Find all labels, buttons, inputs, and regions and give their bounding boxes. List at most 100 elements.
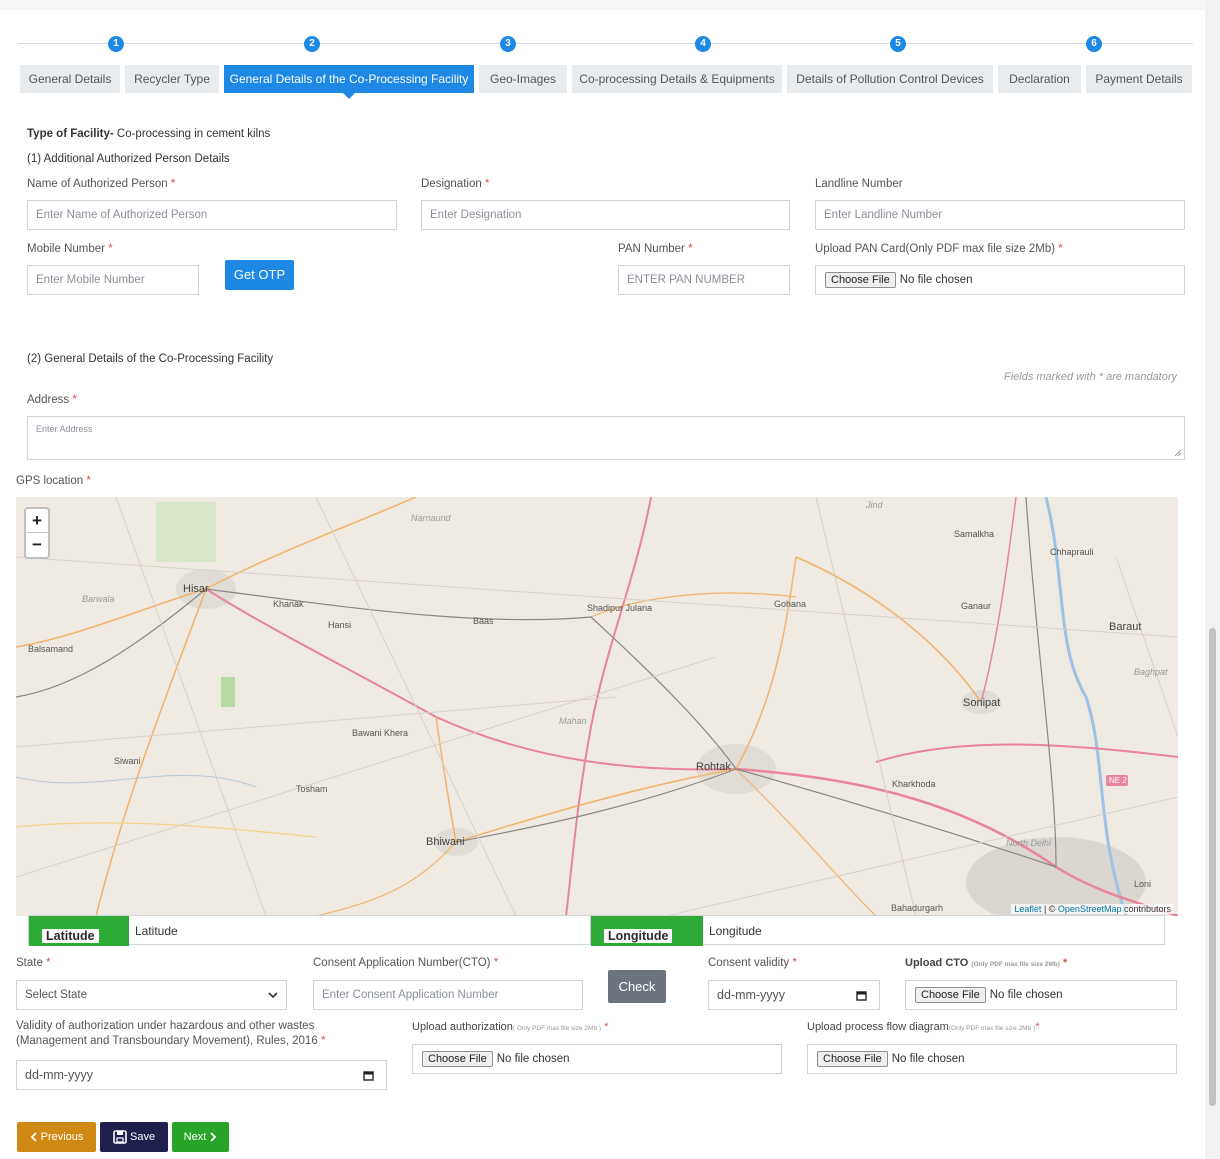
upload-flow-diagram-choose-file-button[interactable]: Choose File xyxy=(817,1051,888,1067)
tab-recycler-type[interactable]: Recycler Type xyxy=(125,65,219,93)
step-6-indicator[interactable]: 6 xyxy=(1086,36,1102,52)
upload-cto-choose-file-button[interactable]: Choose File xyxy=(915,987,986,1003)
upload-flow-diagram-note: (Only PDF max file size 2Mb ) xyxy=(948,1025,1036,1032)
osm-link[interactable]: OpenStreetMap xyxy=(1058,904,1122,914)
attribution-tail: contributors xyxy=(1121,904,1171,914)
map-label-hansi: Hansi xyxy=(328,620,352,630)
map-label-balsamand: Balsamand xyxy=(28,644,74,654)
map-label-ganaur: Ganaur xyxy=(961,601,992,611)
tab-co-processing-equipments[interactable]: Co-processing Details & Equipments xyxy=(572,65,782,93)
tab-geo-images[interactable]: Geo-Images xyxy=(479,65,567,93)
zoom-out-button[interactable]: − xyxy=(26,533,48,557)
map-label-siwani: Siwani xyxy=(114,756,141,766)
authorization-validity-label: Validity of authorization under hazardou… xyxy=(16,1020,326,1047)
upload-cto-label: Upload CTO (Only PDF max file size 2Mb) … xyxy=(905,957,1068,969)
scrollbar-thumb[interactable] xyxy=(1209,628,1216,1106)
step-4-indicator[interactable]: 4 xyxy=(695,36,711,52)
authorized-name-label: Name of Authorized Person * xyxy=(27,178,176,190)
map-label-chhaprauli: Chhaprauli xyxy=(1050,547,1094,557)
upload-flow-diagram-label: Upload process flow diagram(Only PDF max… xyxy=(807,1021,1040,1033)
gps-label: GPS location * xyxy=(16,475,91,487)
chevron-down-icon xyxy=(268,992,278,999)
longitude-tag-label: Longitude xyxy=(604,929,673,943)
upload-authorization-file-input[interactable]: Choose File No file chosen xyxy=(412,1044,782,1074)
calendar-icon[interactable] xyxy=(856,990,867,1001)
latitude-field[interactable]: Latitude Latitude xyxy=(28,915,594,946)
map-roads-layer xyxy=(16,497,1178,916)
chevron-left-icon xyxy=(30,1132,37,1142)
longitude-value: Longitude xyxy=(709,924,762,938)
map-label-hisar: Hisar xyxy=(183,583,209,595)
stepper-line xyxy=(18,43,1193,44)
upload-cto-note: (Only PDF max file size 2Mb) xyxy=(971,961,1060,968)
map-label-bawani-khera: Bawani Khera xyxy=(352,728,409,738)
mandatory-note: Fields marked with * are mandatory xyxy=(1004,371,1178,383)
step-1-indicator[interactable]: 1 xyxy=(108,36,124,52)
authorized-name-input[interactable]: Enter Name of Authorized Person xyxy=(27,200,397,230)
step-3-indicator[interactable]: 3 xyxy=(500,36,516,52)
map-label-baghpat: Baghpat xyxy=(1134,667,1168,677)
cto-number-input[interactable]: Enter Consent Application Number xyxy=(313,980,583,1010)
map-label-kharkhoda: Kharkhoda xyxy=(892,779,936,789)
map-label-ne2: NE 2 xyxy=(1109,776,1127,785)
landline-input[interactable]: Enter Landline Number xyxy=(815,200,1185,230)
upload-flow-diagram-file-status: No file chosen xyxy=(891,1053,965,1065)
zoom-in-button[interactable]: + xyxy=(26,509,48,533)
attribution-separator: | © xyxy=(1041,904,1058,914)
get-otp-button[interactable]: Get OTP xyxy=(225,260,294,290)
tab-payment-details[interactable]: Payment Details xyxy=(1086,65,1192,93)
map-label-jind: Jind xyxy=(866,500,883,510)
resize-handle-icon[interactable] xyxy=(1174,449,1182,457)
next-button[interactable]: Next xyxy=(172,1122,229,1152)
leaflet-link[interactable]: Leaflet xyxy=(1014,904,1041,914)
upload-flow-diagram-file-input[interactable]: Choose File No file chosen xyxy=(807,1044,1177,1074)
map-label-baraut: Baraut xyxy=(1109,621,1142,633)
designation-input[interactable]: Enter Designation xyxy=(421,200,790,230)
previous-button[interactable]: Previous xyxy=(17,1122,96,1152)
longitude-field[interactable]: Longitude Longitude xyxy=(590,915,1165,946)
upload-cto-file-status: No file chosen xyxy=(989,989,1063,1001)
previous-label: Previous xyxy=(40,1131,84,1143)
address-textarea[interactable]: Enter Address xyxy=(27,416,1185,460)
pan-card-choose-file-button[interactable]: Choose File xyxy=(825,272,896,288)
calendar-icon[interactable] xyxy=(363,1070,374,1081)
mobile-input[interactable]: Enter Mobile Number xyxy=(27,265,199,295)
floppy-disk-icon xyxy=(113,1130,127,1144)
upload-authorization-file-status: No file chosen xyxy=(496,1053,570,1065)
pan-number-input[interactable]: ENTER PAN NUMBER xyxy=(618,265,790,295)
map-label-mahan: Mahan xyxy=(559,716,587,726)
upload-authorization-choose-file-button[interactable]: Choose File xyxy=(422,1051,493,1067)
state-select[interactable]: Select State xyxy=(16,980,287,1010)
consent-validity-placeholder: dd-mm-yyyy xyxy=(717,988,786,1002)
map-label-tosham: Tosham xyxy=(296,784,328,794)
tab-general-details[interactable]: General Details xyxy=(20,65,120,93)
longitude-tag: Longitude xyxy=(591,916,703,946)
consent-validity-date-input[interactable]: dd-mm-yyyy xyxy=(708,980,880,1010)
save-button[interactable]: Save xyxy=(100,1122,168,1152)
tab-pollution-control[interactable]: Details of Pollution Control Devices xyxy=(787,65,993,93)
save-label: Save xyxy=(129,1131,156,1143)
upload-authorization-label: Upload authorization( Only PDF max file … xyxy=(412,1021,609,1033)
gps-map[interactable]: Hisar Barwala Narnaund Jind Samalkha Chh… xyxy=(16,497,1178,916)
pan-card-file-input[interactable]: Choose File No file chosen xyxy=(815,265,1185,295)
step-2-indicator[interactable]: 2 xyxy=(304,36,320,52)
map-label-bhiwani: Bhiwani xyxy=(426,836,465,848)
tab-declaration[interactable]: Declaration xyxy=(998,65,1081,93)
map-label-rohtak: Rohtak xyxy=(696,761,731,773)
map-label-barwala: Barwala xyxy=(82,594,115,604)
check-button[interactable]: Check xyxy=(608,970,666,1003)
facility-type-label: Type of Facility- xyxy=(27,128,114,140)
page-scrollbar[interactable] xyxy=(1205,0,1220,1159)
mobile-label: Mobile Number * xyxy=(27,243,113,255)
landline-label: Landline Number xyxy=(815,178,903,190)
authorization-validity-date-input[interactable]: dd-mm-yyyy xyxy=(16,1060,387,1090)
next-label: Next xyxy=(183,1131,207,1143)
state-label: State * xyxy=(16,957,51,969)
designation-label: Designation * xyxy=(421,178,490,190)
address-label: Address * xyxy=(27,394,77,406)
step-5-indicator[interactable]: 5 xyxy=(890,36,906,52)
tab-co-processing-facility[interactable]: General Details of the Co-Processing Fac… xyxy=(224,65,474,99)
map-label-gohana: Gohana xyxy=(774,599,807,609)
map-label-samalkha: Samalkha xyxy=(954,529,995,539)
upload-cto-file-input[interactable]: Choose File No file chosen xyxy=(905,980,1177,1010)
